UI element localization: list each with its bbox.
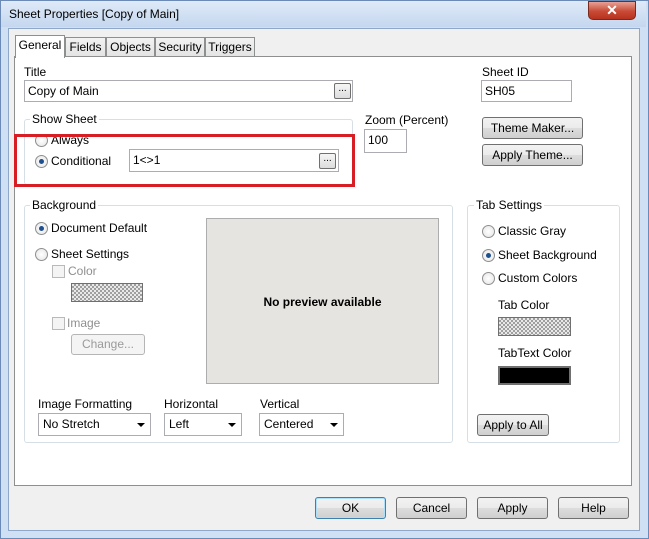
chevron-down-icon bbox=[330, 423, 338, 427]
window-title: Sheet Properties [Copy of Main] bbox=[9, 7, 180, 21]
color-label: Color bbox=[68, 264, 97, 278]
tab-security[interactable]: Security bbox=[155, 37, 205, 57]
document-default-label: Document Default bbox=[51, 221, 148, 235]
chevron-down-icon bbox=[228, 423, 236, 427]
sheet-background-radio[interactable] bbox=[482, 249, 495, 262]
apply-button[interactable]: Apply bbox=[477, 497, 548, 519]
zoom-label: Zoom (Percent) bbox=[365, 113, 449, 127]
custom-colors-label: Custom Colors bbox=[498, 271, 578, 285]
vertical-dropdown[interactable]: Centered bbox=[259, 413, 344, 436]
title-expression-button[interactable]: ... bbox=[334, 83, 351, 99]
horizontal-label: Horizontal bbox=[164, 397, 219, 411]
classic-gray-label: Classic Gray bbox=[498, 224, 567, 238]
tab-objects[interactable]: Objects bbox=[106, 37, 155, 57]
sheet-settings-label: Sheet Settings bbox=[51, 247, 130, 261]
help-button[interactable]: Help bbox=[558, 497, 629, 519]
ok-button[interactable]: OK bbox=[315, 497, 386, 519]
close-icon: ✕ bbox=[606, 2, 618, 18]
sheet-settings-radio[interactable] bbox=[35, 248, 48, 261]
apply-to-all-button[interactable]: Apply to All bbox=[477, 414, 549, 436]
title-input[interactable]: Copy of Main bbox=[24, 80, 353, 102]
preview-placeholder-text: No preview available bbox=[263, 295, 382, 309]
tab-color-label: Tab Color bbox=[498, 298, 550, 312]
image-label: Image bbox=[67, 316, 101, 330]
sheet-id-input[interactable]: SH05 bbox=[481, 80, 572, 102]
change-image-button[interactable]: Change... bbox=[71, 334, 145, 355]
tab-triggers[interactable]: Triggers bbox=[205, 37, 255, 57]
title-label: Title bbox=[24, 65, 47, 79]
image-checkbox[interactable] bbox=[52, 317, 65, 330]
sheet-background-label: Sheet Background bbox=[498, 248, 597, 262]
tab-color-swatch[interactable] bbox=[498, 317, 571, 336]
classic-gray-radio[interactable] bbox=[482, 225, 495, 238]
tab-settings-label: Tab Settings bbox=[474, 198, 545, 212]
vertical-value: Centered bbox=[264, 417, 314, 431]
tab-text-color-swatch[interactable] bbox=[498, 366, 571, 385]
horizontal-dropdown[interactable]: Left bbox=[164, 413, 242, 436]
document-default-radio[interactable] bbox=[35, 222, 48, 235]
background-preview: No preview available bbox=[206, 218, 439, 384]
background-color-swatch[interactable] bbox=[71, 283, 143, 302]
close-button[interactable]: ✕ bbox=[588, 1, 636, 20]
theme-maker-button[interactable]: Theme Maker... bbox=[482, 117, 583, 139]
title-bar[interactable]: Sheet Properties [Copy of Main] bbox=[1, 1, 646, 27]
vertical-label: Vertical bbox=[260, 397, 300, 411]
color-checkbox[interactable] bbox=[52, 265, 65, 278]
sheet-id-label: Sheet ID bbox=[482, 65, 529, 79]
zoom-input[interactable]: 100 bbox=[364, 129, 407, 153]
show-sheet-label: Show Sheet bbox=[30, 112, 99, 126]
chevron-down-icon bbox=[137, 423, 145, 427]
image-formatting-value: No Stretch bbox=[43, 417, 100, 431]
image-formatting-dropdown[interactable]: No Stretch bbox=[38, 413, 151, 436]
horizontal-value: Left bbox=[169, 417, 190, 431]
annotation-highlight-box bbox=[14, 134, 355, 187]
tab-text-color-label: TabText Color bbox=[498, 346, 572, 360]
custom-colors-radio[interactable] bbox=[482, 272, 495, 285]
background-label: Background bbox=[30, 198, 99, 212]
apply-theme-button[interactable]: Apply Theme... bbox=[482, 144, 583, 166]
image-formatting-label: Image Formatting bbox=[38, 397, 133, 411]
cancel-button[interactable]: Cancel bbox=[396, 497, 467, 519]
tab-general[interactable]: General bbox=[15, 35, 65, 58]
tab-fields[interactable]: Fields bbox=[65, 37, 106, 57]
